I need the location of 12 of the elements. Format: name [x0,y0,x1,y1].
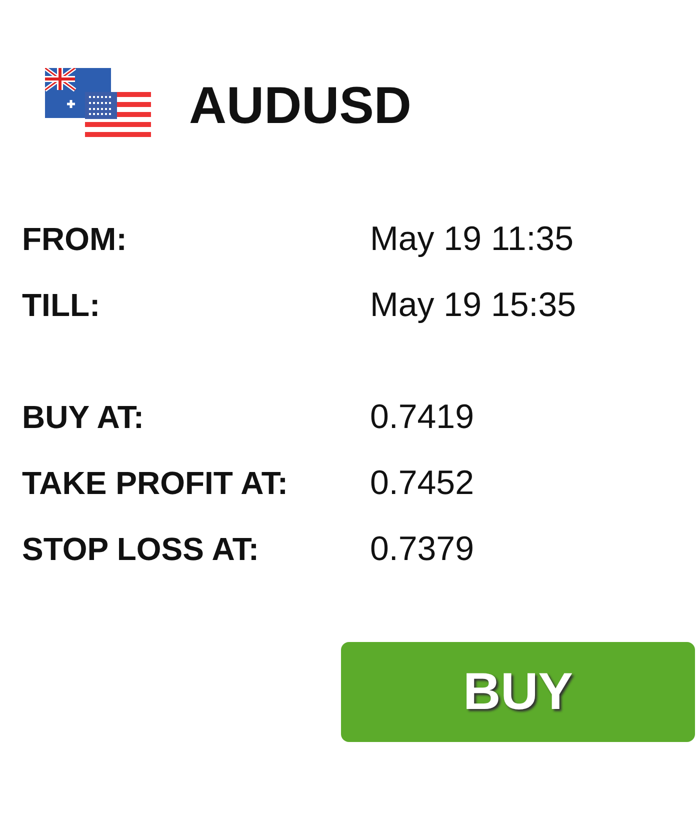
field-value: 0.7379 [370,528,474,570]
field-value: 0.7452 [370,462,474,504]
field-value: May 19 15:35 [370,284,576,326]
buy-button[interactable]: BUY [341,642,695,742]
field-value: 0.7419 [370,396,474,438]
field-label: BUY AT: [22,398,146,437]
field-label: FROM: [22,220,128,259]
field-label: TILL: [22,286,102,325]
field-label: STOP LOSS AT: [22,530,260,569]
currency-pair-title: AUDUSD [189,80,412,132]
field-label: TAKE PROFIT AT: [22,464,290,503]
field-value: May 19 11:35 [370,218,574,260]
